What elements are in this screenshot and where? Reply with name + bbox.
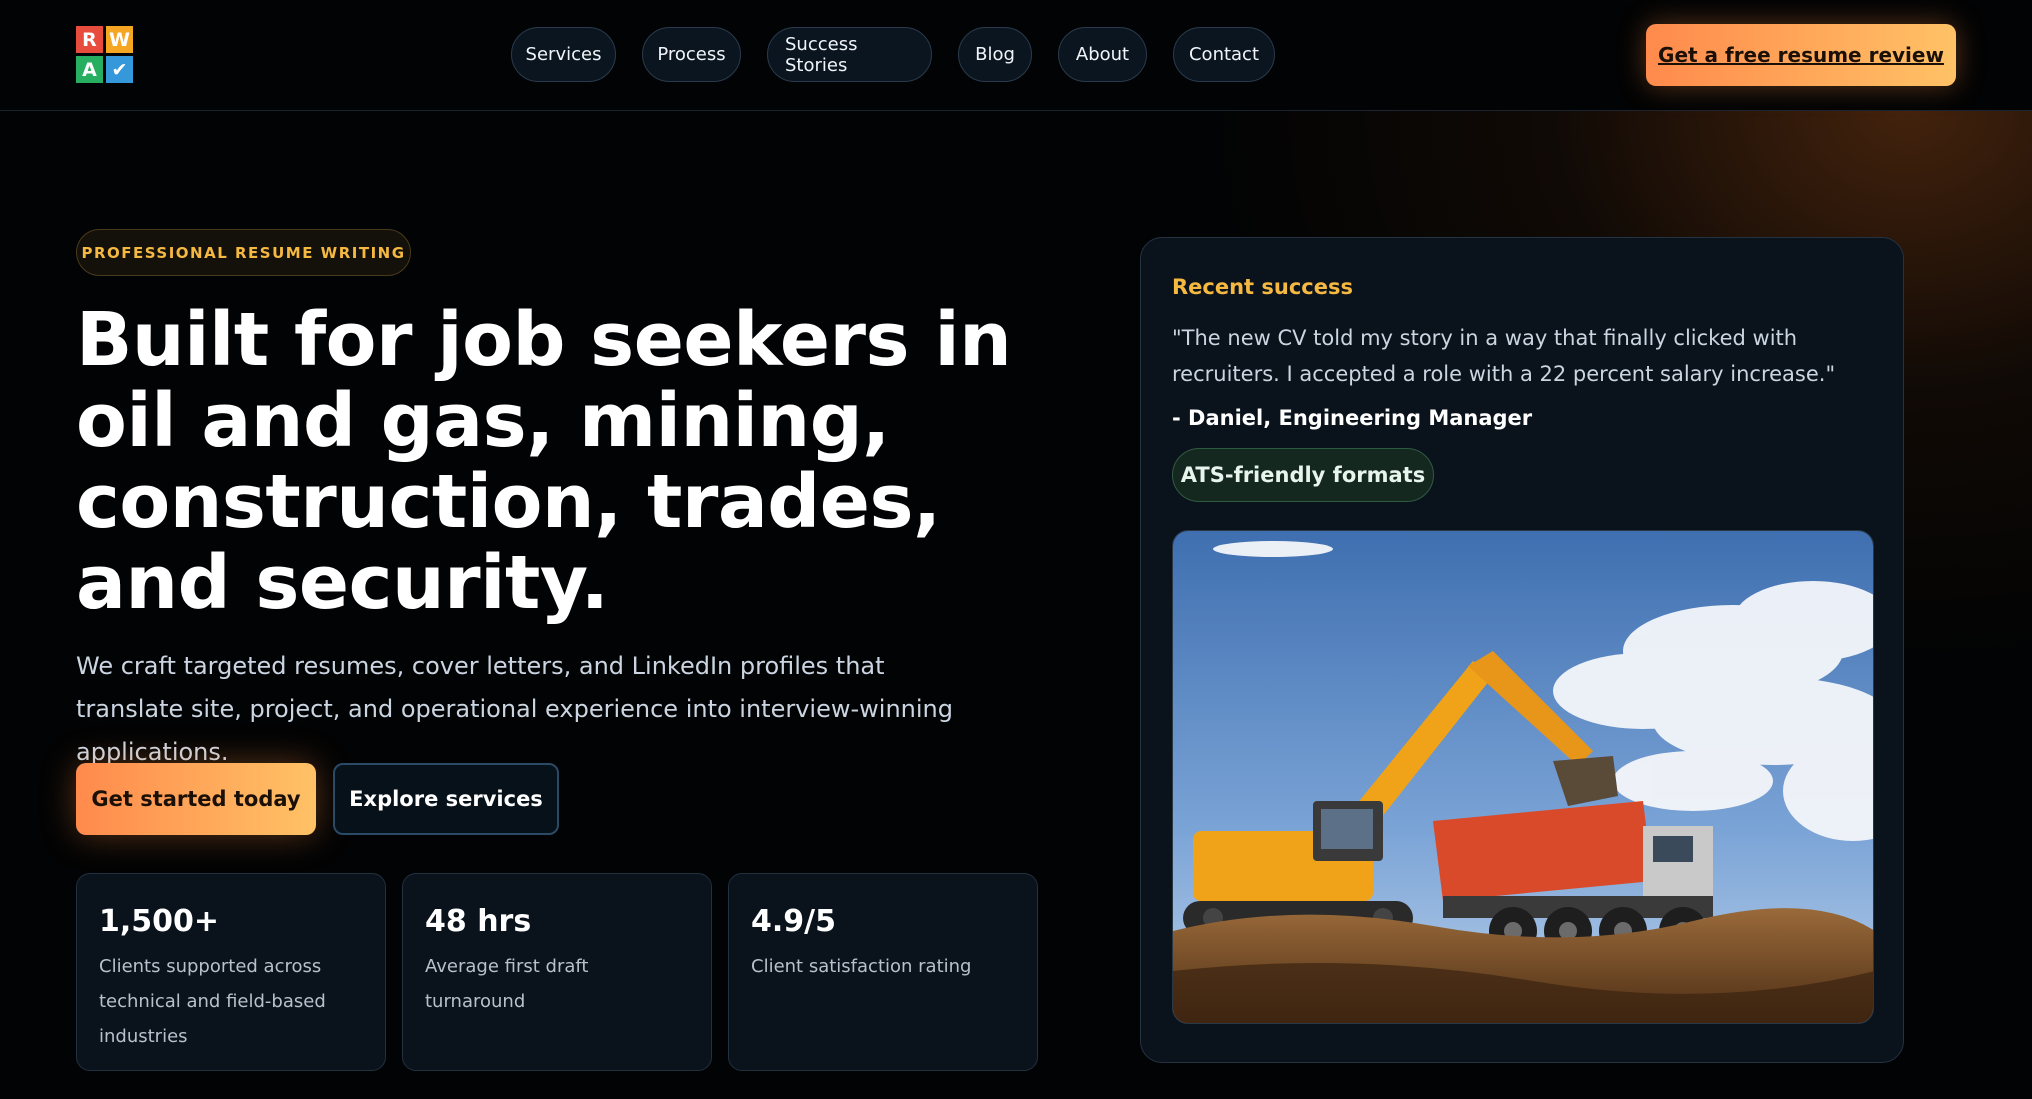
stats-row: 1,500+ Clients supported across technica… [76, 873, 1038, 1071]
stat-label: Client satisfaction rating [751, 956, 972, 977]
logo-letter-a: A [76, 56, 103, 83]
hero-subtitle: We craft targeted resumes, cover letters… [76, 652, 953, 766]
checkmark-icon: ✔ [106, 56, 133, 83]
ats-badge: ATS-friendly formats [1172, 448, 1434, 502]
logo[interactable]: R W A ✔ [76, 26, 133, 83]
nav-process[interactable]: Process [642, 27, 741, 82]
get-started-button[interactable]: Get started today [76, 763, 316, 835]
card-title: Recent success [1172, 275, 1353, 299]
stat-label: Clients supported across technical and f… [99, 956, 326, 1047]
stat-value: 4.9/5 [751, 904, 836, 939]
testimonial-quote: "The new CV told my story in a way that … [1172, 326, 1836, 386]
nav-about[interactable]: About [1058, 27, 1147, 82]
nav-services[interactable]: Services [511, 27, 616, 82]
testimonial-author: - Daniel, Engineering Manager [1172, 406, 1533, 430]
main-nav: Services Process Success Stories Blog Ab… [511, 27, 1275, 82]
nav-success-stories[interactable]: Success Stories [767, 27, 932, 82]
stat-card: 4.9/5 Client satisfaction rating [728, 873, 1038, 1071]
stat-value: 1,500+ [99, 904, 220, 939]
eyebrow-badge: PROFESSIONAL RESUME WRITING [76, 229, 411, 276]
logo-letter-r: R [76, 26, 103, 53]
free-review-button[interactable]: Get a free resume review [1646, 24, 1956, 86]
recent-success-card: Recent success "The new CV told my story… [1140, 237, 1904, 1063]
excavator-photo [1172, 530, 1874, 1024]
stat-label: Average first draft turnaround [425, 956, 589, 1012]
nav-contact[interactable]: Contact [1173, 27, 1275, 82]
hero-title: Built for job seekers in oil and gas, mi… [76, 297, 1012, 626]
stat-card: 48 hrs Average first draft turnaround [402, 873, 712, 1071]
nav-blog[interactable]: Blog [958, 27, 1032, 82]
explore-services-button[interactable]: Explore services [333, 763, 559, 835]
stat-value: 48 hrs [425, 904, 532, 939]
stat-card: 1,500+ Clients supported across technica… [76, 873, 386, 1071]
site-header: R W A ✔ Services Process Success Stories… [0, 0, 2032, 111]
excavator-illustration [1173, 531, 1873, 1023]
logo-letter-w: W [106, 26, 133, 53]
